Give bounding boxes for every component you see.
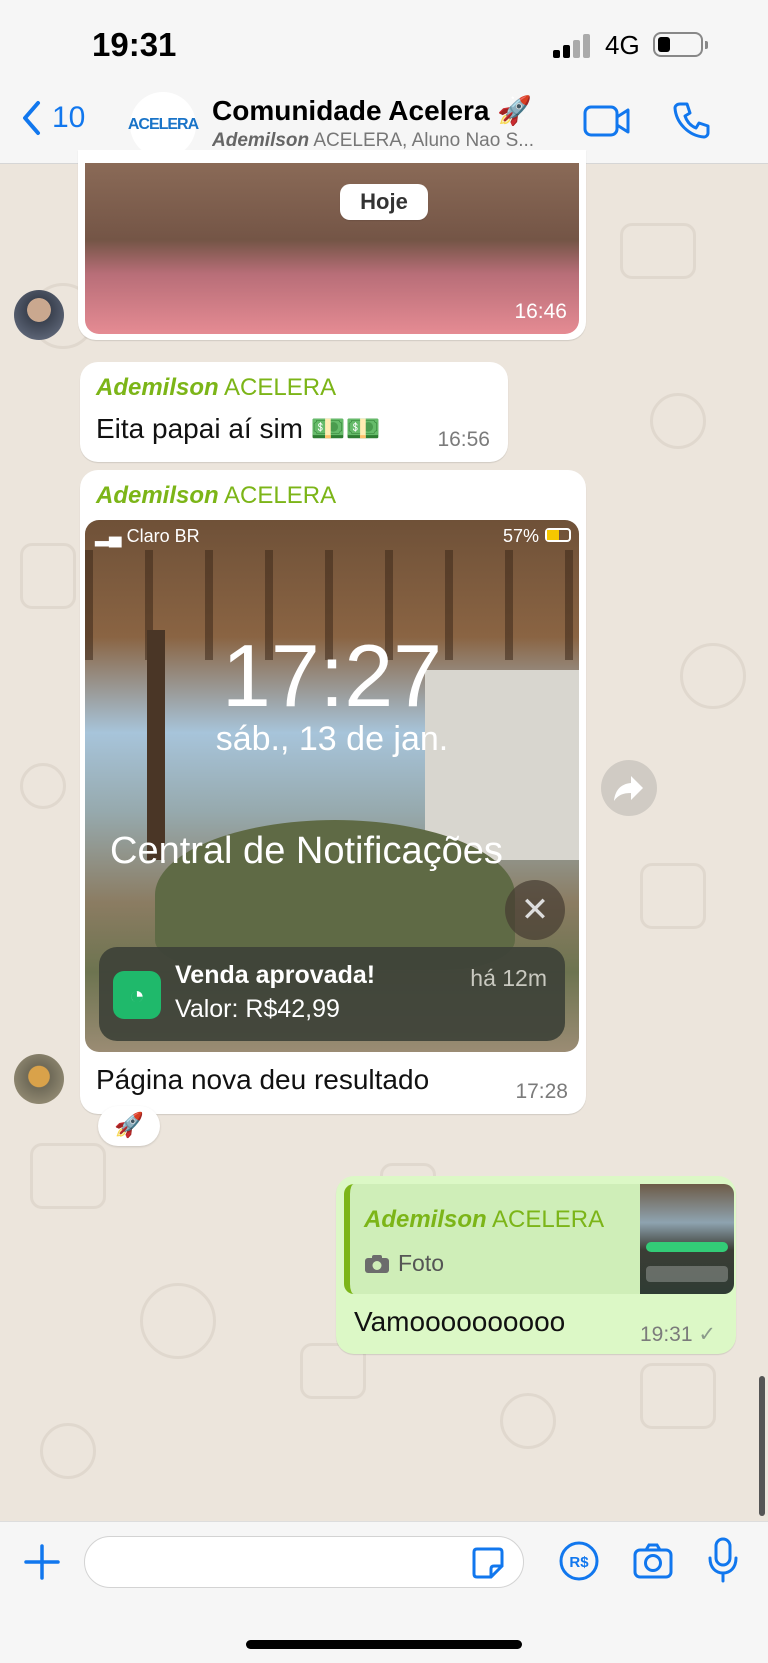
quoted-sender-first: Ademilson	[364, 1206, 487, 1233]
compose-bar: R$	[0, 1521, 768, 1663]
date-chip: Hoje	[340, 184, 428, 220]
sticker-button[interactable]	[471, 1546, 505, 1585]
camera-icon	[633, 1543, 673, 1579]
phone-icon	[673, 102, 710, 139]
app-icon: ◔	[113, 971, 161, 1019]
notification-age: há 12m	[470, 965, 547, 991]
screenshot-image[interactable]: ▂▄ Claro BR 57% 17:27 sáb., 13 de jan. C…	[85, 520, 579, 1052]
sender-avatar[interactable]	[14, 290, 64, 340]
sender-name: Ademilson ACELERA	[96, 482, 336, 510]
status-left: ▂▄ Claro BR	[95, 526, 200, 546]
unread-count: 10	[52, 101, 86, 134]
status-time: 19:31	[92, 26, 177, 63]
quoted-sender: Ademilson ACELERA	[364, 1206, 604, 1234]
sender-last-name: ACELERA	[218, 374, 337, 401]
back-button[interactable]: 10	[20, 100, 85, 136]
chevron-left-icon	[23, 101, 40, 135]
payment-button[interactable]: R$	[558, 1540, 600, 1587]
message-text: Eita papai aí sim 💵💵	[96, 413, 381, 444]
chat-members[interactable]: Ademilson ACELERA, Aluno Nao S...	[212, 130, 562, 152]
battery-icon	[545, 528, 571, 542]
sender-avatar[interactable]	[14, 1054, 64, 1104]
quoted-label: Foto	[398, 1250, 445, 1276]
forward-icon	[614, 776, 643, 801]
camera-button[interactable]	[632, 1542, 674, 1585]
message-time: 16:56	[437, 428, 490, 451]
member-list: ACELERA, Aluno Nao S...	[309, 130, 535, 151]
sender-last-name: ACELERA	[218, 482, 337, 509]
close-icon: ✕	[520, 891, 550, 929]
quoted-sender-rest: ACELERA	[486, 1206, 605, 1233]
message-time: 19:31 ✓	[640, 1322, 716, 1347]
message-photo[interactable]: 16:46	[85, 163, 579, 334]
message-text: Vamoooooooooo	[354, 1306, 566, 1337]
group-avatar[interactable]: ACELERA	[127, 92, 199, 158]
sender-first-name: Ademilson	[96, 482, 219, 509]
message-time: 17:28	[515, 1080, 568, 1103]
camera-icon	[365, 1254, 389, 1273]
notification-title: Venda aprovada!	[175, 961, 376, 989]
signal-icon	[553, 34, 593, 58]
sent-check-icon: ✓	[698, 1323, 716, 1346]
carrier: Claro BR	[126, 526, 200, 546]
battery-icon	[653, 32, 708, 57]
status-bar: 19:31 4G	[0, 0, 768, 86]
sender-name: Ademilson ACELERA	[96, 374, 336, 402]
video-camera-icon	[583, 105, 630, 137]
notification-center-title: Central de Notificações	[110, 830, 503, 872]
status-battery: 57%	[502, 526, 539, 546]
lock-clock: 17:27	[221, 626, 443, 725]
network-type: 4G	[605, 30, 640, 60]
sticker-icon	[472, 1547, 504, 1579]
group-logo-text: ACELERA	[127, 116, 199, 133]
attach-button[interactable]	[22, 1542, 62, 1587]
clear-button[interactable]: ✕	[505, 880, 565, 940]
message-input[interactable]	[84, 1536, 524, 1588]
quoted-thumbnail	[640, 1184, 734, 1294]
quoted-message[interactable]: Ademilson ACELERA Foto	[344, 1184, 734, 1294]
notification-body: Valor: R$42,99	[175, 995, 340, 1023]
message-reaction[interactable]: 🚀	[98, 1106, 160, 1146]
home-indicator	[246, 1640, 522, 1649]
message-bubble[interactable]: Ademilson ACELERA Eita papai aí sim 💵💵 1…	[80, 362, 508, 462]
forward-button[interactable]	[601, 760, 657, 816]
scrollbar[interactable]	[759, 1376, 765, 1516]
currency-icon: R$	[559, 1541, 599, 1581]
chat-title[interactable]: Comunidade Acelera 🚀	[212, 94, 532, 127]
lock-date: sáb., 13 de jan.	[215, 720, 449, 758]
member-name: Ademilson	[212, 130, 310, 151]
svg-text:R$: R$	[569, 1554, 589, 1571]
plus-icon	[24, 1544, 60, 1580]
rocket-emoji: 🚀	[114, 1112, 144, 1139]
voice-call-button[interactable]	[672, 100, 712, 145]
outgoing-message-bubble[interactable]: Ademilson ACELERA Foto Vamoooooooooo 19:…	[336, 1176, 736, 1354]
message-time: 16:46	[514, 300, 567, 323]
video-call-button[interactable]	[583, 104, 631, 143]
voice-message-button[interactable]	[706, 1536, 740, 1589]
time-label: 19:31	[639, 1323, 693, 1346]
quoted-label-row: Foto	[364, 1250, 444, 1277]
message-text: Página nova deu resultado	[96, 1064, 430, 1095]
sender-first-name: Ademilson	[96, 374, 219, 401]
notification-card[interactable]: ◔ Venda aprovada! Valor: R$42,99 há 12m	[99, 947, 565, 1041]
microphone-icon	[708, 1537, 738, 1583]
